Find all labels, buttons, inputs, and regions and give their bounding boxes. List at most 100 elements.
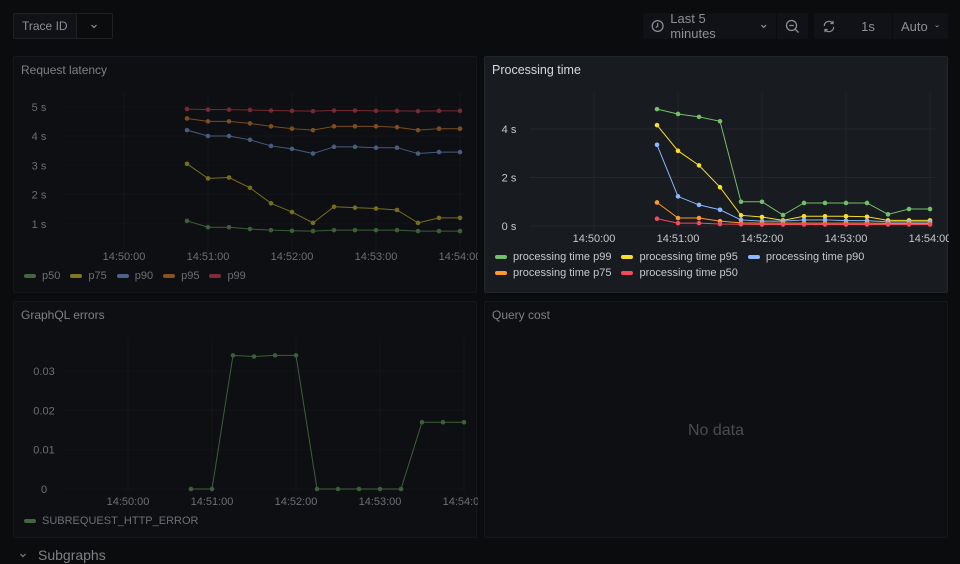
data-point[interactable] [843, 222, 849, 227]
data-point[interactable] [310, 127, 316, 133]
data-point[interactable] [289, 146, 295, 152]
data-point[interactable] [759, 222, 765, 227]
data-point[interactable] [184, 116, 190, 121]
time-range-picker[interactable]: Last 5 minutes [643, 11, 776, 41]
data-point[interactable] [268, 124, 274, 129]
legend-item[interactable]: processing time p50 [621, 267, 738, 279]
data-point[interactable] [738, 213, 744, 218]
data-point[interactable] [205, 133, 211, 139]
data-point[interactable] [310, 220, 316, 226]
data-point[interactable] [415, 151, 421, 156]
legend-item[interactable]: p95 [163, 270, 199, 282]
data-point[interactable] [352, 144, 358, 150]
data-point[interactable] [331, 227, 337, 233]
data-point[interactable] [331, 108, 337, 113]
data-point[interactable] [184, 127, 190, 133]
data-point[interactable] [675, 215, 681, 221]
data-point[interactable] [675, 220, 681, 226]
data-point[interactable] [654, 106, 660, 112]
refresh-interval-value[interactable]: 1s [844, 13, 892, 39]
data-point[interactable] [717, 207, 723, 213]
legend-item[interactable]: processing time p99 [495, 251, 611, 263]
data-point[interactable] [226, 175, 232, 180]
data-point[interactable] [352, 227, 358, 233]
data-point[interactable] [843, 214, 849, 219]
data-point[interactable] [373, 227, 379, 233]
data-point[interactable] [268, 200, 274, 206]
panel-graphql-errors[interactable]: GraphQL errors 14:50:00 14:51:00 14:52:00 1… [13, 301, 478, 538]
data-point[interactable] [377, 486, 383, 492]
data-point[interactable] [415, 108, 421, 114]
data-point[interactable] [801, 200, 807, 206]
panel-request-latency[interactable]: Request latency 14:50:00 14:51:00 14:52:00… [13, 56, 478, 293]
data-point[interactable] [419, 419, 425, 425]
data-point[interactable] [356, 486, 362, 492]
data-point[interactable] [457, 126, 463, 131]
data-point[interactable] [461, 419, 467, 425]
data-point[interactable] [268, 108, 274, 113]
data-point[interactable] [885, 222, 891, 227]
trace-id-variable[interactable]: Trace ID [13, 13, 113, 39]
data-point[interactable] [780, 222, 786, 227]
data-point[interactable] [394, 227, 400, 233]
data-point[interactable] [696, 215, 702, 221]
data-point[interactable] [331, 204, 337, 210]
data-point[interactable] [331, 124, 337, 129]
data-point[interactable] [184, 161, 190, 167]
legend-item[interactable]: p99 [209, 270, 246, 282]
data-point[interactable] [717, 221, 723, 227]
data-point[interactable] [289, 209, 295, 215]
data-point[interactable] [906, 222, 912, 227]
data-point[interactable] [654, 142, 660, 148]
legend-item[interactable]: p50 [24, 270, 60, 282]
data-point[interactable] [717, 184, 723, 190]
legend-item[interactable]: processing time p75 [495, 267, 611, 279]
data-point[interactable] [373, 145, 379, 150]
data-point[interactable] [226, 119, 232, 124]
data-point[interactable] [801, 222, 807, 227]
data-point[interactable] [759, 199, 765, 205]
data-point[interactable] [226, 133, 232, 139]
data-point[interactable] [289, 228, 295, 234]
data-point[interactable] [310, 108, 316, 114]
data-point[interactable] [440, 419, 446, 425]
legend-item[interactable]: processing time p95 [621, 251, 738, 263]
data-point[interactable] [352, 124, 358, 129]
data-point[interactable] [436, 149, 442, 155]
data-point[interactable] [436, 228, 442, 234]
data-point[interactable] [310, 228, 316, 234]
refresh-button[interactable] [814, 13, 844, 39]
data-point[interactable] [436, 108, 442, 114]
data-point[interactable] [268, 227, 274, 233]
data-point[interactable] [226, 107, 232, 112]
data-point[interactable] [268, 143, 274, 149]
data-point[interactable] [293, 353, 299, 358]
data-point[interactable] [457, 228, 463, 234]
data-point[interactable] [738, 199, 744, 205]
data-point[interactable] [843, 200, 849, 206]
data-point[interactable] [251, 354, 257, 359]
variable-select[interactable] [77, 14, 112, 38]
data-point[interactable] [822, 200, 828, 206]
legend-item[interactable]: p90 [116, 270, 153, 282]
zoom-out-button[interactable] [776, 13, 808, 39]
data-point[interactable] [906, 206, 912, 212]
data-point[interactable] [331, 144, 337, 150]
data-point[interactable] [352, 108, 358, 113]
data-point[interactable] [436, 215, 442, 221]
data-point[interactable] [247, 226, 253, 232]
data-point[interactable] [654, 122, 660, 128]
data-point[interactable] [696, 220, 702, 226]
data-point[interactable] [335, 486, 341, 492]
legend-item[interactable]: p75 [70, 270, 107, 282]
data-point[interactable] [457, 215, 463, 221]
data-point[interactable] [394, 207, 400, 213]
data-point[interactable] [654, 216, 660, 222]
data-point[interactable] [205, 176, 211, 181]
data-point[interactable] [314, 486, 320, 492]
data-point[interactable] [675, 148, 681, 154]
data-point[interactable] [394, 108, 400, 114]
data-point[interactable] [373, 124, 379, 129]
data-point[interactable] [415, 220, 421, 226]
data-point[interactable] [927, 222, 933, 227]
